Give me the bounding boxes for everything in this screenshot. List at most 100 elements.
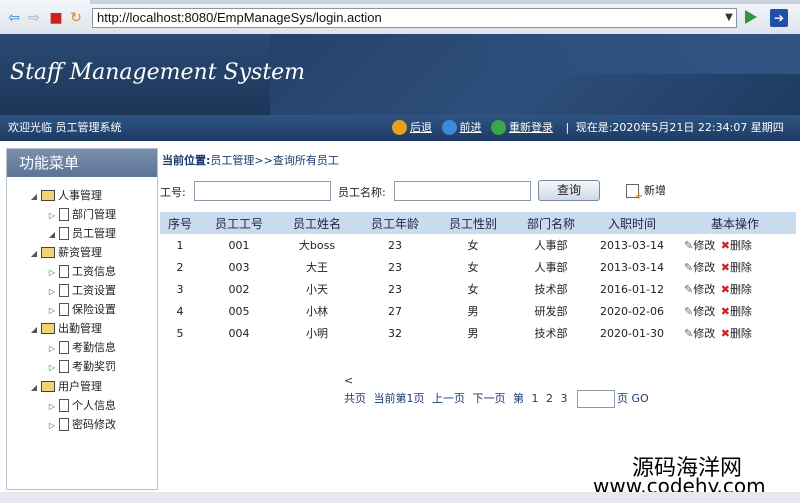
forward-link[interactable]: 前进 [460,121,482,134]
employee-name-input[interactable] [394,181,531,201]
delete-icon[interactable]: ✖ [721,283,730,296]
menu-item-personal-info[interactable]: ▷ 个人信息 [47,397,116,415]
delete-icon[interactable]: ✖ [721,239,730,252]
pager-prev-symbol[interactable]: < [344,374,353,387]
table-cell: 3 [176,282,184,296]
table-cell: 23 [388,238,402,252]
edit-link[interactable]: 修改 [693,327,715,340]
menu-item-salary-settings[interactable]: ▷ 工资设置 [47,282,116,300]
add-employee-link[interactable]: 新增 [626,182,666,202]
stop-icon[interactable]: ■ [48,10,64,26]
status-bar [0,492,800,503]
delete-link[interactable]: 删除 [730,283,752,296]
edit-link[interactable]: 修改 [693,305,715,318]
delete-link[interactable]: 删除 [730,327,752,340]
pager-go-button[interactable]: GO [632,392,649,405]
forward-circle-icon [441,119,457,135]
relogin-link[interactable]: 重新登录 [509,121,553,134]
table-cell: 小明 [306,327,328,340]
expanded-triangle-icon[interactable]: ◢ [29,245,39,263]
back-arrow-icon[interactable]: ⇦ [6,10,22,26]
menu-item-password-change[interactable]: ▷ 密码修改 [47,416,116,434]
sidebar: 功能菜单 ◢ 人事管理 ▷ 部门管理 ◢ 员工管理 ◢ 薪资管理 ▷ 工资信息 ▷ 工资设置… [6,148,158,490]
table-row: 3 002 小天 23 女 技术部 2016-01-12 ✎修改 ✖删除 [160,278,796,300]
header-decoration-band [480,34,800,74]
delete-link[interactable]: 删除 [730,239,752,252]
actions-cell: ✎修改 ✖删除 [674,300,796,322]
delete-icon[interactable]: ✖ [721,261,730,274]
edit-icon[interactable]: ✎ [684,239,693,252]
collapsed-triangle-icon: ▷ [48,306,56,315]
edit-link[interactable]: 修改 [693,261,715,274]
edit-icon[interactable]: ✎ [684,327,693,340]
table-cell: 2016-01-12 [600,282,664,296]
pager-page-link[interactable]: 2 [546,392,553,405]
address-dropdown-icon[interactable]: ▼ [722,9,736,27]
edit-link[interactable]: 修改 [693,283,715,296]
menu-group-users[interactable]: ◢ 用户管理 [29,378,102,396]
menu-item-label: 密码修改 [72,418,116,431]
table-cell: 1 [176,238,184,252]
edit-link[interactable]: 修改 [693,239,715,252]
forward-arrow-icon[interactable]: ⇨ [26,10,42,26]
page-icon [59,283,69,297]
page-icon [59,226,69,240]
table-cell: 男 [467,305,479,318]
table-cell: 小林 [306,305,328,318]
table-header-row: 序号 员工工号 员工姓名 员工年龄 员工性别 部门名称 入职时间 基本操作 [160,212,796,234]
pager-prev-link[interactable]: 上一页 [432,392,465,405]
menu-item-attendance-rewards[interactable]: ▷ 考勤奖罚 [47,358,116,376]
menu-group-attendance[interactable]: ◢ 出勤管理 [29,320,102,338]
table-cell: 2 [176,260,184,274]
pager-next-link[interactable]: 下一页 [473,392,506,405]
nav-divider: | [565,121,570,134]
delete-link[interactable]: 删除 [730,305,752,318]
table-cell: 女 [467,239,479,252]
exit-icon[interactable]: ➔ [770,9,788,27]
page-number-input[interactable] [577,390,615,408]
page-icon [59,207,69,221]
menu-item-label: 个人信息 [72,399,116,412]
address-bar[interactable]: http://localhost:8080/EmpManageSys/login… [92,8,737,28]
table-row: 4 005 小林 27 男 研发部 2020-02-06 ✎修改 ✖删除 [160,300,796,322]
menu-item-insurance-settings[interactable]: ▷ 保险设置 [47,301,116,319]
back-link[interactable]: 后退 [410,121,432,134]
table-cell: 2020-02-06 [600,304,664,318]
pager-page-suffix: 页 [617,392,628,405]
column-header: 员工工号 [200,212,278,234]
menu-item-salary-info[interactable]: ▷ 工资信息 [47,263,116,281]
table-cell: 人事部 [534,261,568,274]
menu-item-attendance-info[interactable]: ▷ 考勤信息 [47,339,116,357]
delete-icon[interactable]: ✖ [721,327,730,340]
delete-link[interactable]: 删除 [730,261,752,274]
employee-id-input[interactable] [194,181,331,201]
delete-icon[interactable]: ✖ [721,305,730,318]
page-icon [59,302,69,316]
menu-group-hr[interactable]: ◢ 人事管理 [29,187,102,205]
expanded-triangle-icon[interactable]: ◢ [29,188,39,206]
edit-icon[interactable]: ✎ [684,261,693,274]
expanded-triangle-icon[interactable]: ◢ [29,321,39,339]
menu-item-employee[interactable]: ◢ 员工管理 [47,225,116,243]
table-cell: 人事部 [534,239,568,252]
table-cell: 4 [176,304,184,318]
edit-icon[interactable]: ✎ [684,283,693,296]
actions-cell: ✎修改 ✖删除 [674,256,796,278]
actions-cell: ✎修改 ✖删除 [674,234,796,256]
refresh-icon[interactable]: ↻ [68,10,84,26]
pager-page-link[interactable]: 3 [561,392,568,405]
table-row: 1 001 大boss 23 女 人事部 2013-03-14 ✎修改 ✖删除 [160,234,796,256]
table-row: 2 003 大王 23 女 人事部 2013-03-14 ✎修改 ✖删除 [160,256,796,278]
column-header: 基本操作 [674,212,796,234]
menu-group-salary[interactable]: ◢ 薪资管理 [29,244,102,262]
search-button[interactable]: 查询 [538,180,600,201]
current-time: 现在是:2020年5月21日 22:34:07 星期四 [575,121,784,134]
table-row: 5 004 小明 32 男 技术部 2020-01-30 ✎修改 ✖删除 [160,322,796,344]
pager-page-link[interactable]: 1 [532,392,539,405]
back-circle-icon [392,119,407,135]
edit-icon[interactable]: ✎ [684,305,693,318]
menu-item-department[interactable]: ▷ 部门管理 [47,206,116,224]
page-icon [59,359,69,373]
expanded-triangle-icon[interactable]: ◢ [29,379,39,397]
go-icon[interactable] [745,10,757,24]
